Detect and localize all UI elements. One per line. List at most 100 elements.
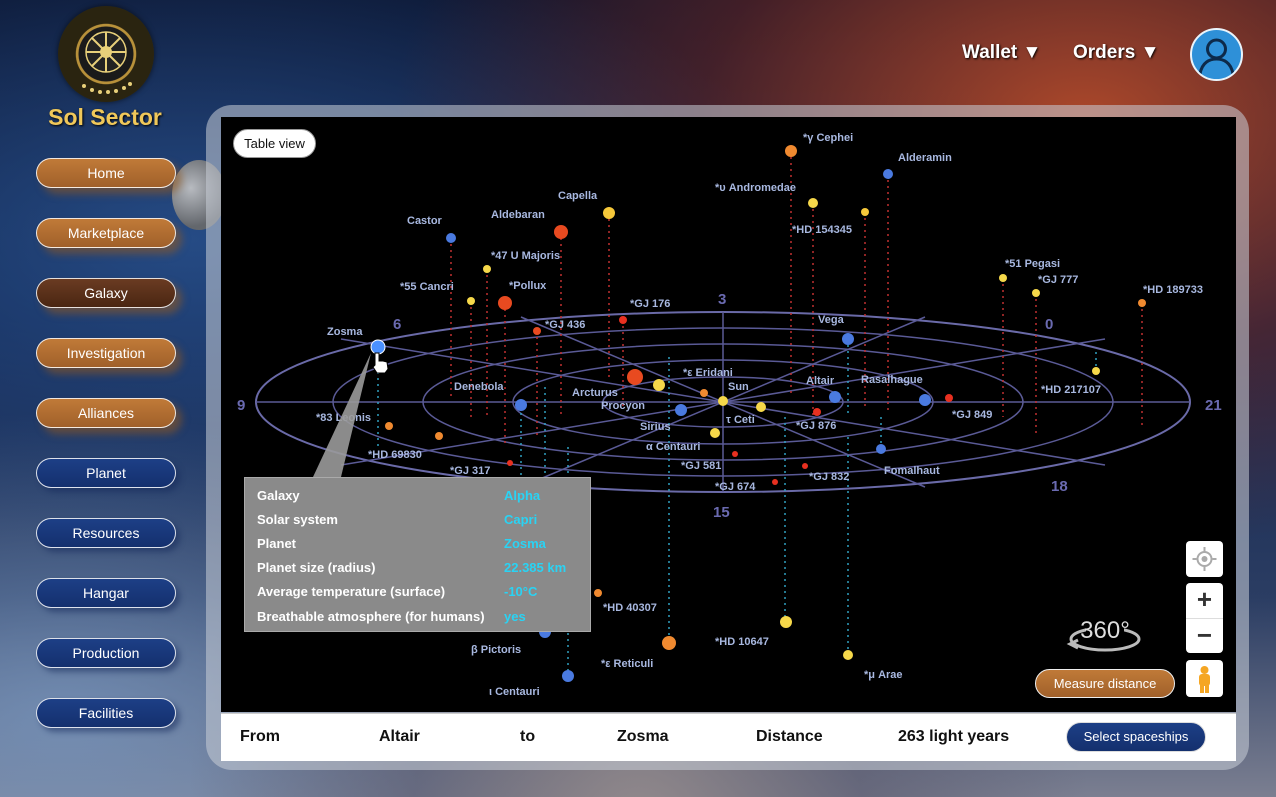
wallet-menu[interactable]: Wallet ▼ (962, 42, 1041, 64)
hand-cursor-icon (372, 352, 389, 374)
view-360-label: 360° (1080, 617, 1130, 644)
measure-distance-button[interactable]: Measure distance (1035, 669, 1175, 698)
star-label: Zosma (327, 326, 363, 338)
info-value: Capri (504, 512, 538, 527)
planet-info-panel: Galaxy Alpha Solar system Capri Planet Z… (244, 477, 591, 632)
sidebar-item-production[interactable]: Production (36, 638, 176, 668)
info-value: yes (504, 609, 526, 624)
distance-bar: From Altair to Zosma Distance 263 light … (221, 713, 1236, 761)
from-value: Altair (379, 728, 420, 745)
star-label: β Pictoris (471, 644, 521, 656)
from-label: From (240, 728, 280, 745)
star-label: *υ Andromedae (715, 182, 796, 194)
info-label: Galaxy (257, 488, 300, 503)
to-label: to (520, 728, 536, 745)
rotate-360-icon: 360° (1066, 617, 1141, 652)
star-label: *γ Cephei (803, 132, 853, 144)
hour-label: 0 (1045, 316, 1053, 333)
star-label: *55 Cancri (400, 281, 454, 293)
to-value: Zosma (617, 728, 669, 745)
info-value: -10°C (504, 584, 538, 599)
star-label: *ε Reticuli (601, 658, 653, 670)
info-label: Solar system (257, 512, 338, 527)
sidebar-item-marketplace[interactable]: Marketplace (36, 218, 176, 248)
star-label: Rasalhague (861, 374, 923, 386)
star-label: *GJ 832 (809, 471, 849, 483)
sidebar-item-home[interactable]: Home (36, 158, 176, 188)
orders-menu[interactable]: Orders ▼ (1073, 42, 1159, 64)
star-label: Castor (407, 215, 443, 227)
star-label: Fomalhaut (884, 465, 940, 477)
logo-emblem-icon (82, 31, 132, 94)
distance-value: 263 light years (898, 728, 1010, 745)
star-label: *51 Pegasi (1005, 258, 1060, 270)
sidebar-item-hangar[interactable]: Hangar (36, 578, 176, 608)
star-label: Procyon (601, 400, 645, 412)
star-label: *μ Arae (864, 669, 903, 681)
brand-name: Sol Sector (48, 104, 162, 130)
star-label: Altair (806, 375, 835, 387)
star-label: *HD 154345 (792, 224, 852, 236)
star-label: *HD 69830 (368, 449, 422, 461)
star-label: *GJ 849 (952, 409, 992, 421)
info-label: Breathable atmosphere (for humans) (257, 609, 485, 624)
zoom-in-button[interactable]: + (1186, 583, 1223, 619)
pegman-icon (1199, 666, 1210, 693)
sidebar-item-resources[interactable]: Resources (36, 518, 176, 548)
sidebar-item-galaxy[interactable]: Galaxy (36, 278, 176, 308)
hour-label: 9 (237, 397, 245, 414)
star-label: *GJ 777 (1038, 274, 1078, 286)
star-label: *ε Eridani (683, 367, 733, 379)
star-label: Arcturus (572, 387, 618, 399)
brand-logo[interactable] (58, 6, 154, 102)
hour-label: 3 (718, 291, 726, 308)
info-label: Planet (257, 536, 297, 551)
user-avatar[interactable] (1190, 28, 1243, 81)
star-label: *47 U Majoris (491, 250, 560, 262)
star-label: *Pollux (509, 280, 547, 292)
star-label: *HD 10647 (715, 636, 769, 648)
star-label: Alderamin (898, 152, 952, 164)
star-label: *HD 40307 (603, 602, 657, 614)
sidebar-item-alliances[interactable]: Alliances (36, 398, 176, 428)
distance-label: Distance (756, 728, 823, 745)
table-view-button[interactable]: Table view (233, 129, 316, 158)
sidebar-item-planet[interactable]: Planet (36, 458, 176, 488)
star-label: Sun (728, 381, 749, 393)
star-label: *GJ 876 (796, 420, 836, 432)
view-360-button[interactable]: 360° (1066, 612, 1144, 658)
hour-label: 21 (1205, 397, 1222, 414)
star-label: Vega (818, 314, 845, 326)
select-spaceships-button[interactable]: Select spaceships (1066, 722, 1206, 752)
hour-label: 15 (713, 504, 730, 521)
star-label: *GJ 436 (545, 319, 585, 331)
zoom-out-button[interactable]: − (1186, 619, 1223, 653)
star-label: Sirius (640, 421, 671, 433)
zoom-control: + − (1186, 583, 1223, 653)
sidebar-item-investigation[interactable]: Investigation (36, 338, 176, 368)
crosshair-icon (1192, 547, 1217, 571)
star-label: *GJ 176 (630, 298, 670, 310)
star-label: *GJ 674 (715, 481, 756, 493)
star-label: α Centauri (646, 441, 700, 453)
locate-button[interactable] (1186, 541, 1223, 577)
star-label: *HD 217107 (1041, 384, 1101, 396)
info-label: Average temperature (surface) (257, 584, 446, 599)
star-label: Aldebaran (491, 209, 545, 221)
info-label: Planet size (radius) (257, 560, 376, 575)
selected-star-zosma (370, 339, 386, 355)
info-value: Alpha (504, 488, 541, 503)
star-label: *GJ 581 (681, 460, 721, 472)
star-label: ι Centauri (489, 686, 540, 698)
hour-label: 18 (1051, 478, 1068, 495)
star-label: Denebola (454, 381, 504, 393)
street-view-button[interactable] (1186, 660, 1223, 697)
star-label: Capella (558, 190, 598, 202)
hour-label: 6 (393, 316, 401, 333)
star-label: *HD 189733 (1143, 284, 1203, 296)
star-label: τ Ceti (726, 414, 755, 426)
info-value: 22.385 km (504, 560, 567, 575)
sidebar-item-facilities[interactable]: Facilities (36, 698, 176, 728)
sidebar-nav: Home Marketplace Galaxy Investigation Al… (36, 158, 176, 758)
info-value: Zosma (504, 536, 546, 551)
